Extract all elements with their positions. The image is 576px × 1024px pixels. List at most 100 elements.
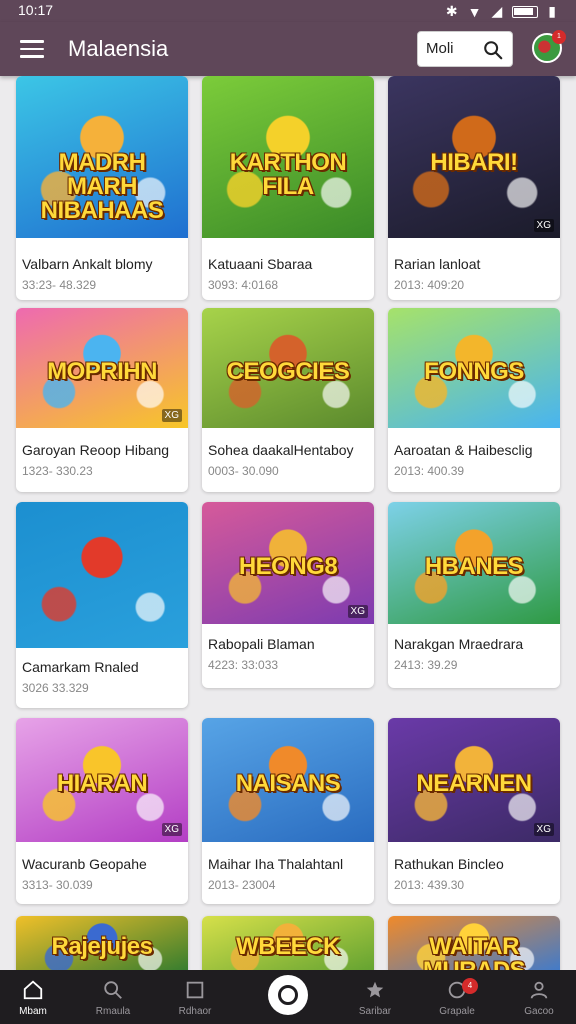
game-card[interactable]: MOPRIHN XG Garoyan Reoop Hibang 1323- 330.2… xyxy=(16,308,188,492)
game-title: Katuaani Sbaraa xyxy=(208,256,313,272)
game-tag: XG xyxy=(533,823,554,836)
nav-favorites[interactable]: Saribar xyxy=(334,970,416,1024)
game-card[interactable]: FONNGS Aaroatan & Haibesclig 2013: 400.39 xyxy=(388,308,560,492)
game-card[interactable]: WAITAR MURADS xyxy=(388,916,560,970)
game-thumbnail[interactable]: HIARAN XG xyxy=(16,718,188,842)
game-card[interactable]: Rajejujes xyxy=(16,916,188,970)
game-thumbnail[interactable]: KARTHON FILA xyxy=(202,76,374,238)
game-card[interactable]: HIBARI! XG Rarian lanloat 2013: 409:20 xyxy=(388,76,560,300)
search-icon[interactable] xyxy=(482,39,504,61)
profile-icon xyxy=(530,981,548,999)
game-meta: 0003- 30.090 xyxy=(208,464,279,478)
game-thumbnail[interactable]: MADRH MARH NIBAHAAS xyxy=(16,76,188,238)
game-artwork xyxy=(16,502,188,648)
nav-home[interactable]: Mbam xyxy=(0,970,74,1024)
game-card[interactable]: KARTHON FILA Katuaani Sbaraa 3093: 4:0168 xyxy=(202,76,374,300)
nav-chat-label: Grapale xyxy=(439,1006,475,1017)
game-tag: XG xyxy=(347,605,368,618)
menu-icon[interactable] xyxy=(20,40,44,58)
game-thumbnail[interactable]: CEOGCIES xyxy=(202,308,374,428)
game-title: Wacuranb Geopahe xyxy=(22,856,147,872)
game-logo-text: WAITAR MURADS xyxy=(423,933,526,971)
search-icon xyxy=(104,981,122,999)
signal-icon: ◢ xyxy=(491,3,503,19)
avatar-badge: 1 xyxy=(552,30,566,44)
game-thumbnail[interactable]: FONNGS xyxy=(388,308,560,428)
game-meta: 3313- 30.039 xyxy=(22,878,93,892)
game-meta: 2413: 39.29 xyxy=(394,658,458,672)
game-logo-text: HIBARI! xyxy=(430,149,518,176)
game-title: Valbarn Ankalt blomy xyxy=(22,256,153,272)
game-meta: 33:23- 48.329 xyxy=(22,278,97,292)
game-thumbnail[interactable]: MOPRIHN XG xyxy=(16,308,188,428)
status-icons: ✱ ▼ ◢ ▮ xyxy=(446,3,556,20)
game-logo-text: HBANES xyxy=(424,553,524,580)
nav-search-label: Rmaula xyxy=(95,1006,131,1017)
game-meta: 2013: 400.39 xyxy=(394,464,465,478)
game-card[interactable]: NAISANS Maihar Iha Thalahtanl 2013- 23004 xyxy=(202,718,374,904)
game-card[interactable]: MADRH MARH NIBAHAAS Valbarn Ankalt blomy 3… xyxy=(16,76,188,300)
game-title: Sohea daakalHentaboy xyxy=(208,442,354,458)
game-card[interactable]: HIARAN XG Wacuranb Geopahe 3313- 30.039 xyxy=(16,718,188,904)
game-meta: 3026 33.329 xyxy=(22,681,89,695)
nav-center-button[interactable] xyxy=(268,975,308,1015)
nav-profile-label: Gacoo xyxy=(524,1006,554,1017)
game-tag: XG xyxy=(161,409,182,422)
game-thumbnail[interactable]: HEONG8 XG xyxy=(202,502,374,624)
nav-library[interactable]: Rdhaor xyxy=(154,970,236,1024)
nav-search[interactable]: Rmaula xyxy=(72,970,154,1024)
game-tag: XG xyxy=(533,219,554,232)
bluetooth-icon: ✱ xyxy=(445,3,458,19)
game-title: Maihar Iha Thalahtanl xyxy=(208,856,344,872)
game-card[interactable]: WBEECK xyxy=(202,916,374,970)
search-box[interactable] xyxy=(417,31,513,67)
game-thumbnail[interactable]: WBEECK xyxy=(202,916,374,970)
nav-favorites-label: Saribar xyxy=(358,1006,392,1017)
game-thumbnail[interactable]: NEARNEN XG xyxy=(388,718,560,842)
app-bar: Malaensia 1 xyxy=(0,22,576,76)
game-thumbnail[interactable] xyxy=(16,502,188,648)
game-title: Rabopali Blaman xyxy=(208,636,315,652)
game-tag: XG xyxy=(161,823,182,836)
game-title: Rarian lanloat xyxy=(394,256,481,272)
game-card[interactable]: CEOGCIES Sohea daakalHentaboy 0003- 30.090 xyxy=(202,308,374,492)
game-logo-text: HIARAN xyxy=(56,770,148,797)
bottom-nav: Mbam Rmaula Rdhaor Saribar Grapale Gacoo xyxy=(0,970,576,1024)
game-meta: 4223: 33:033 xyxy=(208,658,279,672)
wifi-icon: ▼ xyxy=(467,3,482,20)
game-title: Narakgan Mraedrara xyxy=(394,636,524,652)
game-logo-text: MOPRIHN xyxy=(47,358,157,385)
game-meta: 2013: 409:20 xyxy=(394,278,465,292)
game-thumbnail[interactable]: Rajejujes xyxy=(16,916,188,970)
game-logo-text: NEARNEN xyxy=(416,770,532,797)
game-grid: MADRH MARH NIBAHAAS Valbarn Ankalt blomy 3… xyxy=(0,76,576,970)
game-logo-text: FONNGS xyxy=(424,358,524,385)
game-title: Aaroatan & Haibesclig xyxy=(394,442,533,458)
game-title: Rathukan Bincleo xyxy=(394,856,504,872)
star-icon xyxy=(366,981,384,998)
nav-chat-badge: 4 xyxy=(462,978,478,994)
game-meta: 2013: 439.30 xyxy=(394,878,465,892)
nav-profile[interactable]: Gacoo xyxy=(498,970,576,1024)
game-card[interactable]: Camarkam Rnaled 3026 33.329 xyxy=(16,502,188,708)
game-card[interactable]: HEONG8 XG Rabopali Blaman 4223: 33:033 xyxy=(202,502,374,688)
nav-library-label: Rdhaor xyxy=(178,1006,212,1017)
game-logo-text: HEONG8 xyxy=(238,553,338,580)
game-thumbnail[interactable]: NAISANS xyxy=(202,718,374,842)
game-meta: 3093: 4:0168 xyxy=(208,278,279,292)
game-thumbnail[interactable]: HIBARI! XG xyxy=(388,76,560,238)
game-title: Garoyan Reoop Hibang xyxy=(22,442,170,458)
game-thumbnail[interactable]: WAITAR MURADS xyxy=(388,916,560,970)
search-input[interactable] xyxy=(426,40,480,57)
game-card[interactable]: NEARNEN XG Rathukan Bincleo 2013: 439.30 xyxy=(388,718,560,904)
status-bar: 10:17 ✱ ▼ ◢ ▮ xyxy=(0,0,576,22)
game-logo-text: MADRH MARH NIBAHAAS xyxy=(40,149,164,224)
battery-icon xyxy=(512,5,539,18)
game-logo-text: WBEECK xyxy=(236,933,340,960)
nav-chat[interactable]: Grapale xyxy=(416,970,498,1024)
square-icon xyxy=(186,981,204,999)
game-logo-text: CEOGCIES xyxy=(226,358,350,385)
game-title: Camarkam Rnaled xyxy=(22,659,139,675)
game-thumbnail[interactable]: HBANES xyxy=(388,502,560,624)
game-card[interactable]: HBANES Narakgan Mraedrara 2413: 39.29 xyxy=(388,502,560,688)
